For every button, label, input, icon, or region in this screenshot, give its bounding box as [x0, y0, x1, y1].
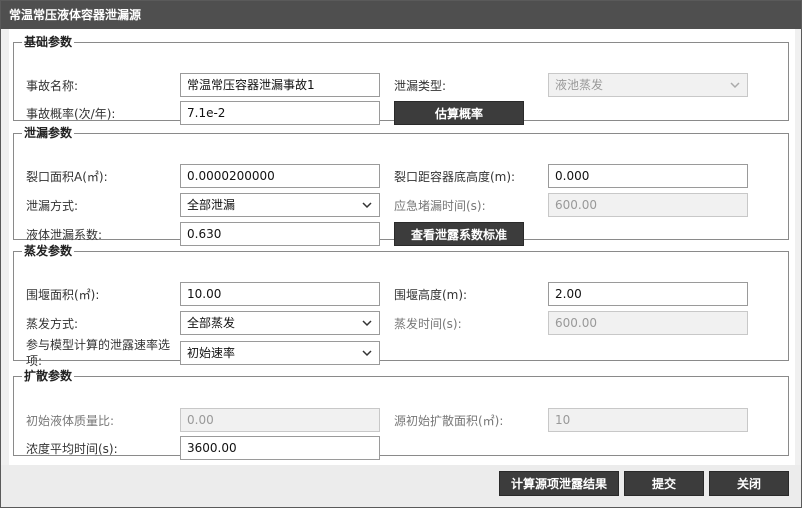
leak-coef-label: 液体泄漏系数:: [26, 228, 103, 242]
footer-bar: 计算源项泄露结果 提交 关闭: [1, 465, 801, 507]
crack-area-input[interactable]: 0.0000200000: [180, 164, 380, 188]
dialog-window: 常温常压液体容器泄漏源 基础参数 事故名称: 常温常压容器泄漏事故1 泄漏类型:…: [0, 0, 802, 508]
chevron-down-icon: [362, 202, 372, 209]
mass-ratio-label: 初始液体质量比:: [26, 414, 115, 428]
chevron-down-icon: [362, 320, 372, 327]
basic-params-legend: 基础参数: [24, 35, 73, 49]
chevron-down-icon: [362, 350, 372, 357]
dike-area-label: 围堰面积(㎡):: [26, 288, 100, 302]
source-area-input: 10: [548, 408, 748, 432]
submit-button[interactable]: 提交: [624, 471, 704, 496]
rate-option-label-line1: 参与模型计算的泄露速率选: [26, 338, 171, 352]
window-title: 常温常压液体容器泄漏源: [1, 1, 801, 29]
evap-mode-value: 全部蒸发: [187, 316, 236, 330]
evap-time-input: 600.00: [548, 311, 748, 335]
accident-name-input[interactable]: 常温常压容器泄漏事故1: [180, 73, 380, 97]
avg-time-label: 浓度平均时间(s):: [26, 442, 118, 456]
form-content: 基础参数 事故名称: 常温常压容器泄漏事故1 泄漏类型: 液池蒸发 事故概率(次…: [9, 29, 795, 465]
leak-params-legend: 泄漏参数: [24, 126, 73, 140]
source-area-label: 源初始扩散面积(㎡):: [394, 414, 504, 428]
evap-mode-label: 蒸发方式:: [26, 317, 79, 331]
dike-area-input[interactable]: 10.00: [180, 282, 380, 306]
rate-option-select[interactable]: 初始速率: [180, 341, 380, 365]
leak-coef-input[interactable]: 0.630: [180, 222, 380, 246]
rate-option-value: 初始速率: [187, 346, 236, 360]
mass-ratio-input: 0.00: [180, 408, 380, 432]
disp-params-legend: 扩散参数: [24, 369, 73, 383]
dike-height-input[interactable]: 2.00: [548, 282, 748, 306]
view-coef-standard-button[interactable]: 查看泄露系数标准: [394, 222, 524, 246]
leak-mode-value: 全部泄漏: [187, 198, 236, 212]
dike-height-label: 围堰高度(m):: [394, 288, 468, 302]
accident-name-label: 事故名称:: [26, 79, 79, 93]
leak-params-group: 泄漏参数 裂口面积A(㎡): 0.0000200000 裂口距容器底高度(m):…: [13, 126, 789, 246]
evap-params-legend: 蒸发参数: [24, 244, 73, 258]
leak-mode-label: 泄漏方式:: [26, 199, 79, 213]
basic-params-group: 基础参数 事故名称: 常温常压容器泄漏事故1 泄漏类型: 液池蒸发 事故概率(次…: [13, 35, 789, 125]
close-button[interactable]: 关闭: [709, 471, 789, 496]
evap-time-label: 蒸发时间(s):: [394, 317, 462, 331]
rate-option-label-line2: 项:: [26, 354, 43, 368]
estimate-probability-button[interactable]: 估算概率: [394, 101, 524, 125]
leak-mode-select[interactable]: 全部泄漏: [180, 193, 380, 217]
probability-label: 事故概率(次/年):: [26, 107, 116, 121]
plug-time-label: 应急堵漏时间(s):: [394, 199, 486, 213]
crack-height-input[interactable]: 0.000: [548, 164, 748, 188]
leak-type-label: 泄漏类型:: [394, 79, 447, 93]
chevron-down-icon: [730, 82, 740, 89]
plug-time-input: 600.00: [548, 193, 748, 217]
leak-type-select: 液池蒸发: [548, 73, 748, 97]
probability-input[interactable]: 7.1e-2: [180, 101, 380, 125]
evap-params-group: 蒸发参数 围堰面积(㎡): 10.00 围堰高度(m): 2.00 蒸发方式: …: [13, 244, 789, 368]
avg-time-input[interactable]: 3600.00: [180, 436, 380, 460]
leak-type-value: 液池蒸发: [555, 78, 604, 92]
calc-source-result-button[interactable]: 计算源项泄露结果: [499, 471, 619, 496]
disp-params-group: 扩散参数 初始液体质量比: 0.00 源初始扩散面积(㎡): 10 浓度平均时间…: [13, 369, 789, 460]
crack-height-label: 裂口距容器底高度(m):: [394, 170, 516, 184]
evap-mode-select[interactable]: 全部蒸发: [180, 311, 380, 335]
crack-area-label: 裂口面积A(㎡):: [26, 170, 108, 184]
